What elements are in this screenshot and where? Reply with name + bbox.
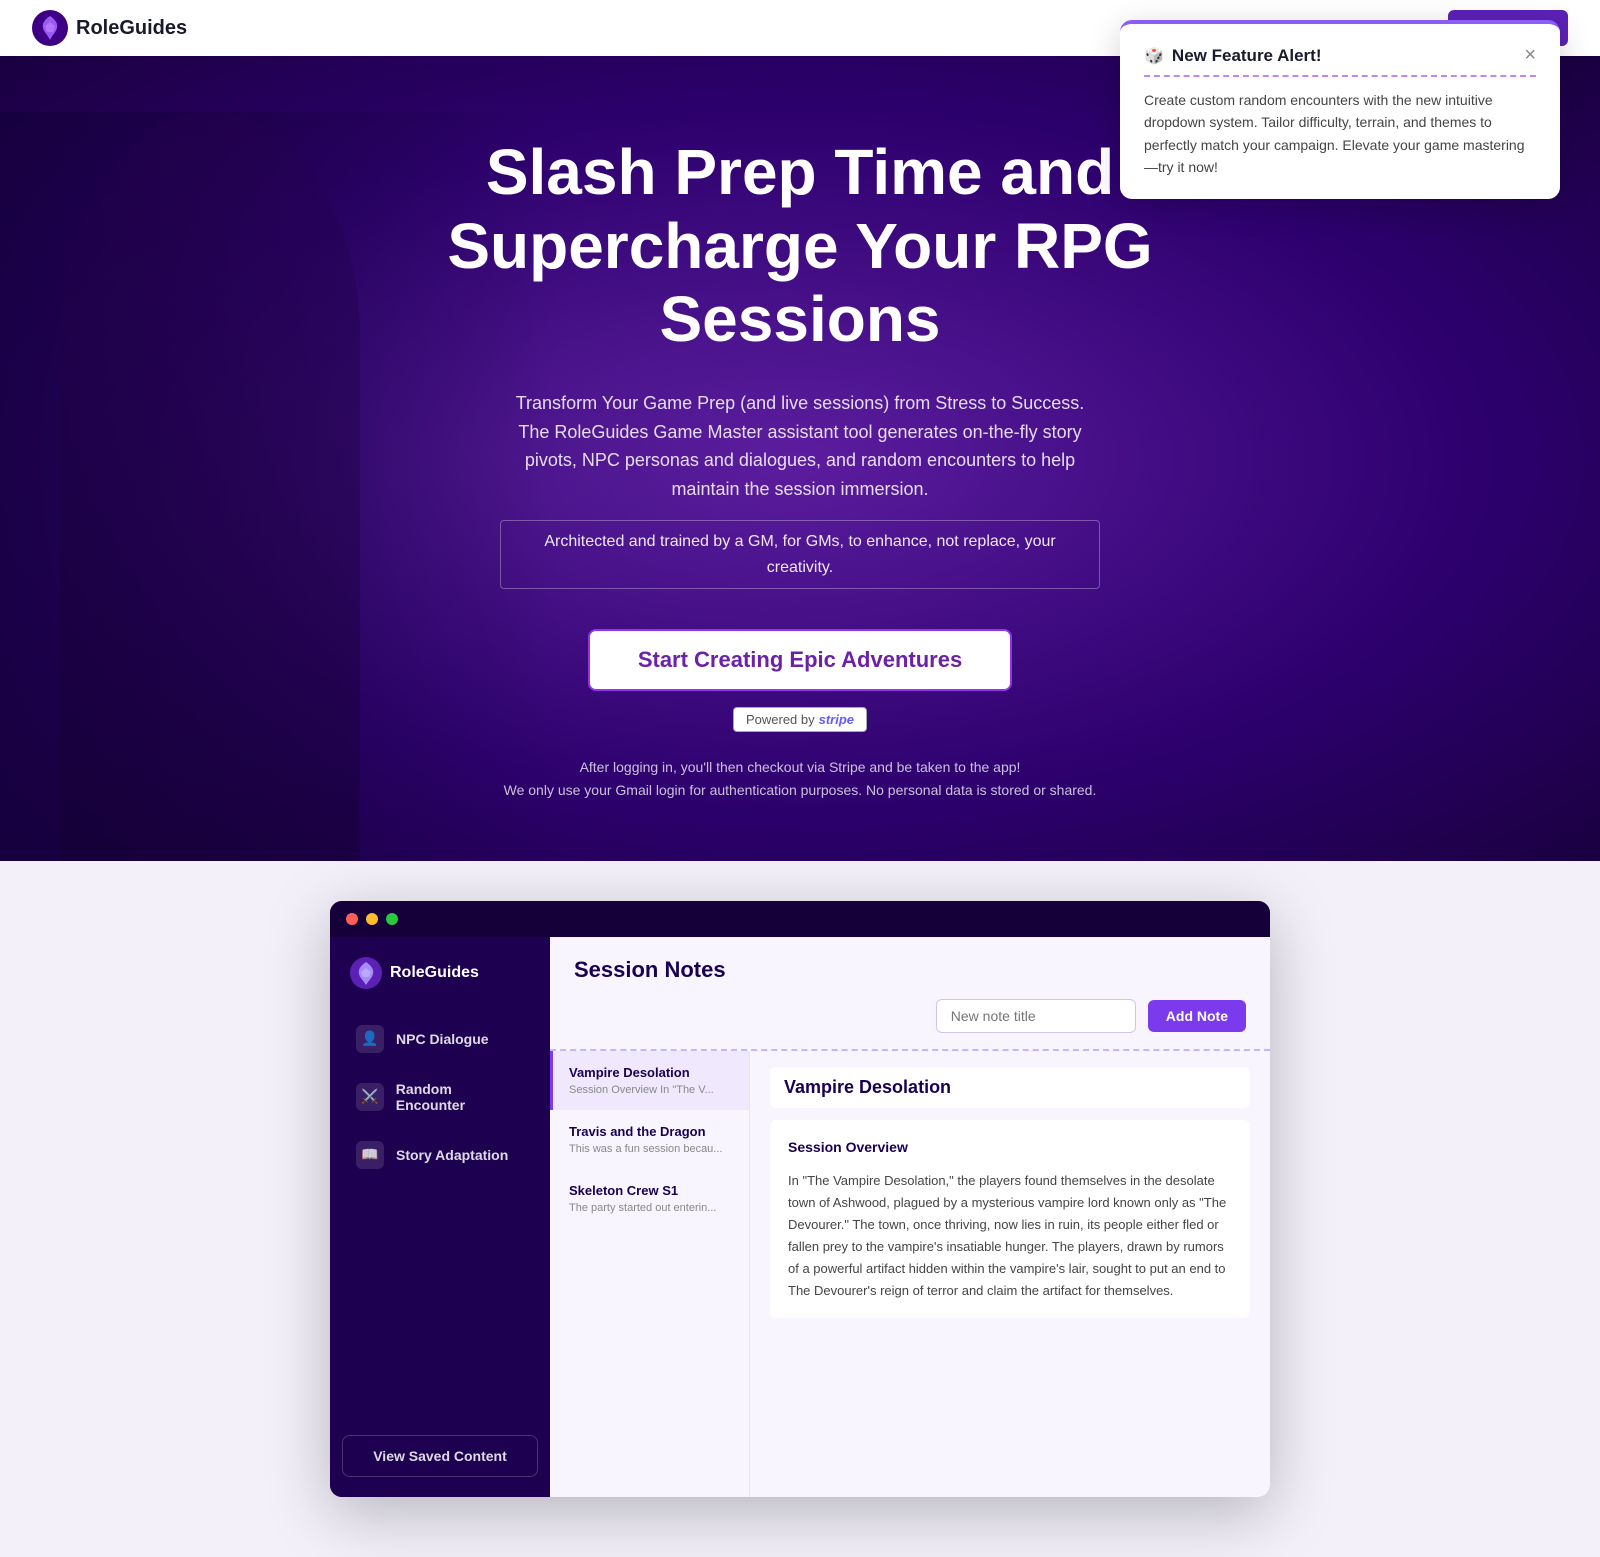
npc-dialogue-icon: 👤 [356, 1025, 384, 1053]
note-list-title-0: Vampire Desolation [569, 1065, 733, 1080]
note-list-item-1[interactable]: Travis and the Dragon This was a fun ses… [550, 1110, 749, 1169]
note-title-input[interactable] [936, 999, 1136, 1033]
notification-title: New Feature Alert! [1172, 46, 1322, 66]
powered-stripe-badge: Powered by stripe [733, 707, 867, 732]
powered-by-label: Powered by [746, 712, 815, 727]
sidebar-logo: RoleGuides [330, 957, 550, 1013]
note-list-title-1: Travis and the Dragon [569, 1124, 733, 1139]
note-detail-text: In "The Vampire Desolation," the players… [788, 1170, 1232, 1303]
note-list-preview-2: The party started out enterin... [569, 1202, 729, 1214]
note-list-preview-0: Session Overview In "The V... [569, 1084, 729, 1096]
navbar-logo-text: RoleGuides [76, 17, 187, 40]
navbar-logo-icon [32, 10, 68, 46]
app-window: RoleGuides 👤 NPC Dialogue ⚔️ Random Enco… [330, 901, 1270, 1497]
app-body: RoleGuides 👤 NPC Dialogue ⚔️ Random Enco… [330, 937, 1270, 1497]
hero-cta-button[interactable]: Start Creating Epic Adventures [588, 629, 1012, 691]
note-detail-title: Vampire Desolation [770, 1067, 1250, 1108]
sidebar-item-random-label: Random Encounter [396, 1081, 524, 1113]
window-close-button[interactable] [346, 913, 358, 925]
random-encounter-icon: ⚔️ [356, 1083, 384, 1111]
sidebar-nav: 👤 NPC Dialogue ⚔️ Random Encounter 📖 Sto… [330, 1013, 550, 1419]
sidebar-item-npc-dialogue[interactable]: 👤 NPC Dialogue [342, 1013, 538, 1065]
notification-divider [1144, 75, 1536, 77]
sidebar-item-story-label: Story Adaptation [396, 1147, 508, 1163]
notification-close-button[interactable]: × [1524, 44, 1536, 67]
sidebar-item-story-adaptation[interactable]: 📖 Story Adaptation [342, 1129, 538, 1181]
stripe-label: stripe [819, 712, 854, 727]
notification-popup: 🎲 New Feature Alert! × Create custom ran… [1120, 20, 1560, 199]
note-detail: Vampire Desolation Session Overview In "… [750, 1051, 1270, 1497]
app-main-header: Session Notes Add Note [550, 937, 1270, 1051]
window-minimize-button[interactable] [366, 913, 378, 925]
sidebar-logo-icon [350, 957, 382, 989]
notes-layout: Vampire Desolation Session Overview In "… [550, 1051, 1270, 1497]
hero-silhouette-figure [60, 112, 360, 861]
note-list-title-2: Skeleton Crew S1 [569, 1183, 733, 1198]
window-bar [330, 901, 1270, 937]
sidebar-item-random-encounter[interactable]: ⚔️ Random Encounter [342, 1069, 538, 1125]
notification-header: 🎲 New Feature Alert! × [1144, 44, 1536, 67]
navbar-logo[interactable]: RoleGuides [32, 10, 187, 46]
app-sidebar: RoleGuides 👤 NPC Dialogue ⚔️ Random Enco… [330, 937, 550, 1497]
window-maximize-button[interactable] [386, 913, 398, 925]
notes-list: Vampire Desolation Session Overview In "… [550, 1051, 750, 1497]
story-adaptation-icon: 📖 [356, 1141, 384, 1169]
hero-title: Slash Prep Time and Supercharge Your RPG… [350, 136, 1250, 357]
note-list-preview-1: This was a fun session becau... [569, 1143, 729, 1155]
app-preview-section: RoleGuides 👤 NPC Dialogue ⚔️ Random Enco… [0, 861, 1600, 1557]
view-saved-content-button[interactable]: View Saved Content [342, 1435, 538, 1477]
sidebar-logo-text: RoleGuides [390, 964, 479, 982]
hero-subtitle: Transform Your Game Prep (and live sessi… [500, 389, 1100, 504]
note-list-item-2[interactable]: Skeleton Crew S1 The party started out e… [550, 1169, 749, 1228]
note-list-item-0[interactable]: Vampire Desolation Session Overview In "… [550, 1051, 749, 1110]
note-detail-body: Session Overview In "The Vampire Desolat… [770, 1120, 1250, 1318]
hero-notice: After logging in, you'll then checkout v… [504, 756, 1097, 801]
note-detail-section-title: Session Overview [788, 1136, 1232, 1160]
sidebar-footer: View Saved Content [330, 1419, 550, 1477]
add-note-button[interactable]: Add Note [1148, 1000, 1246, 1032]
notes-toolbar: Add Note [574, 999, 1246, 1049]
hero-tagline: Architected and trained by a GM, for GMs… [500, 520, 1100, 589]
session-notes-title: Session Notes [574, 957, 1246, 983]
notification-emoji: 🎲 [1144, 46, 1164, 66]
notification-body: Create custom random encounters with the… [1144, 89, 1536, 179]
app-main: Session Notes Add Note Vampire Desolatio… [550, 937, 1270, 1497]
sidebar-item-npc-label: NPC Dialogue [396, 1031, 489, 1047]
